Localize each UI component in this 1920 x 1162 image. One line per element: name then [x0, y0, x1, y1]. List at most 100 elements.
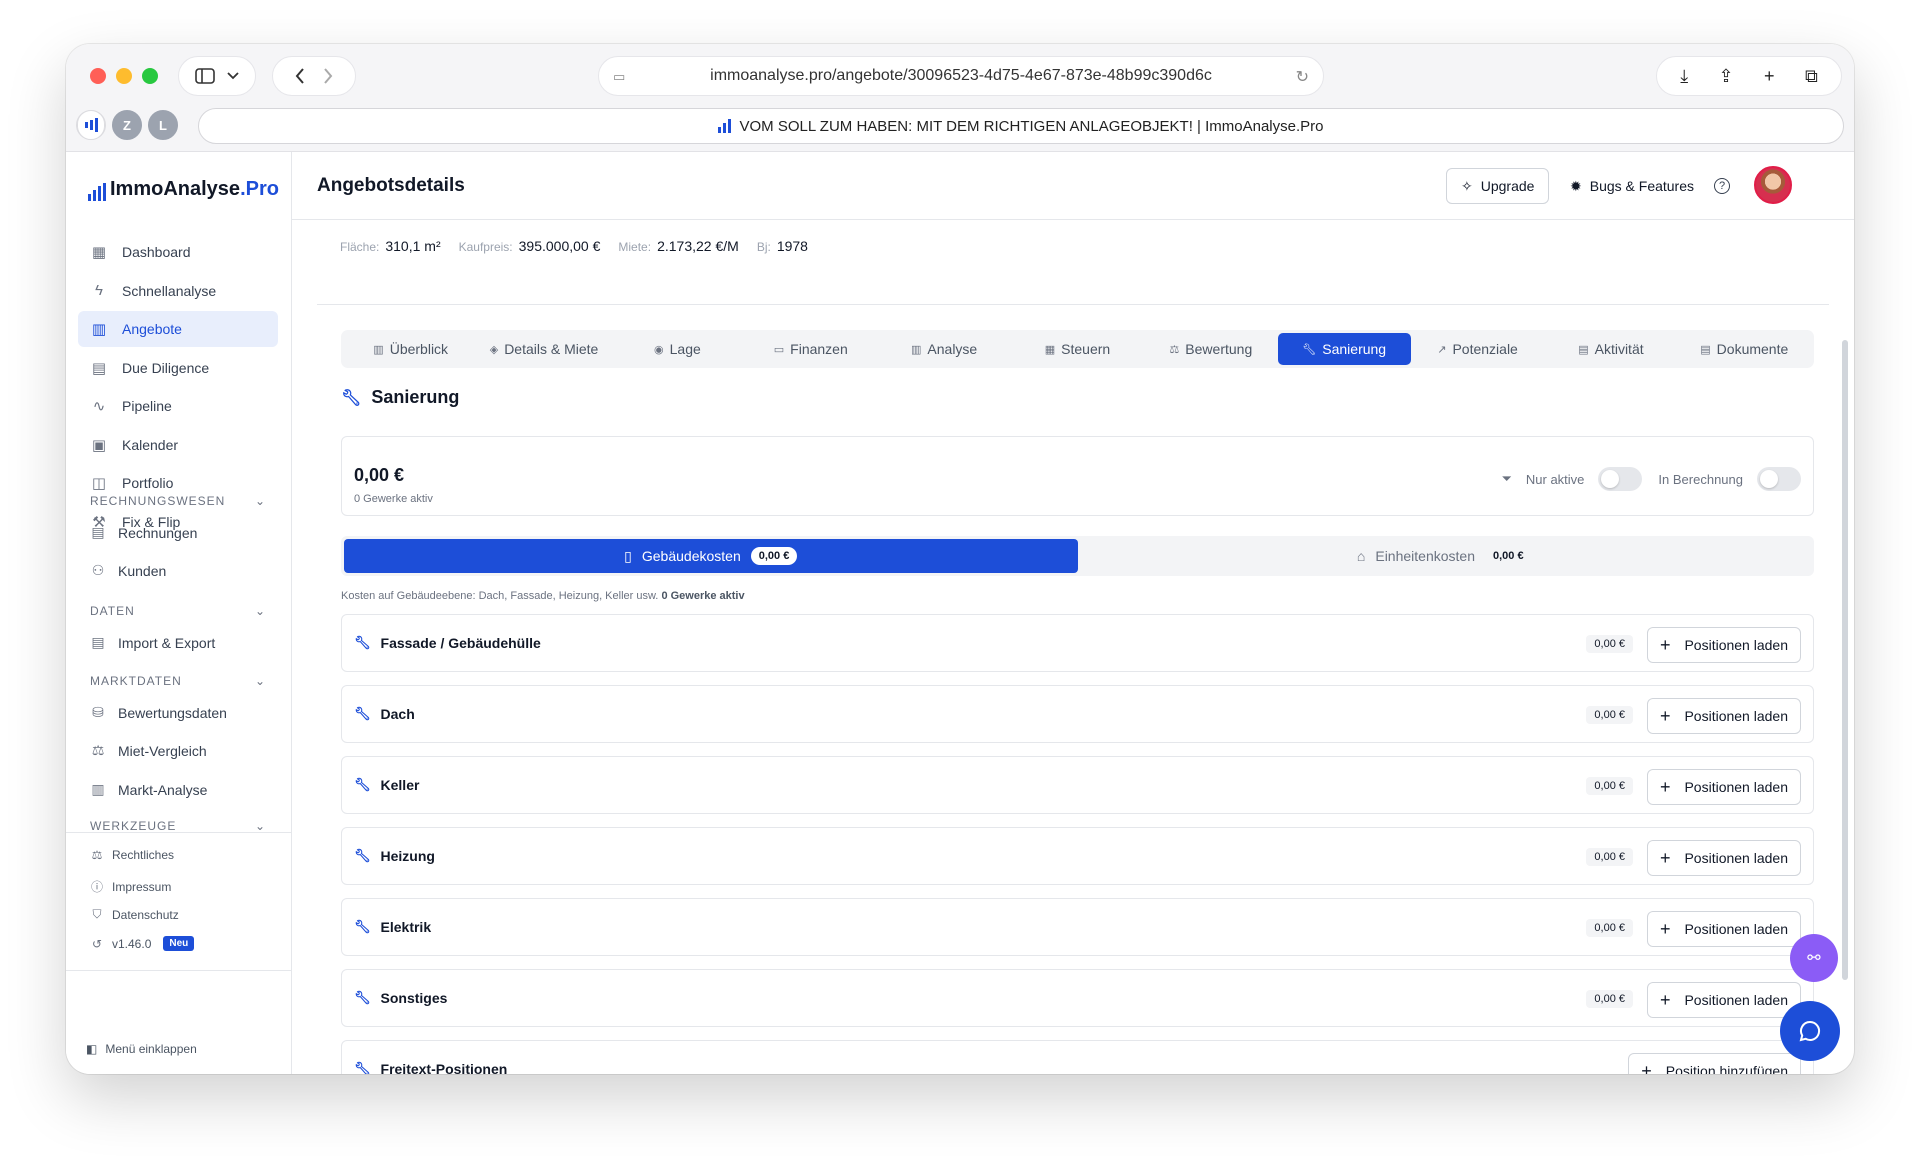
trade-label[interactable]: 🔧︎ Sonstiges — [354, 990, 447, 1006]
in-calculation-toggle[interactable] — [1757, 467, 1801, 491]
layers-icon: ◈ — [489, 343, 499, 356]
sidebar-toggle-button[interactable] — [178, 56, 256, 96]
load-positions-button[interactable]: + Positionen laden — [1646, 982, 1801, 1018]
sidebar-item-angebote[interactable]: ▥ Angebote — [78, 311, 278, 347]
plus-icon: + — [1659, 705, 1671, 726]
sidebar-item-due-diligence[interactable]: ▤ Due Diligence — [78, 350, 278, 386]
footer-link-rechtliches[interactable]: ⚖ Rechtliches — [90, 848, 174, 862]
load-positions-button[interactable]: + Positionen laden — [1646, 698, 1801, 734]
footer-link-datenschutz[interactable]: ⛉ Datenschutz — [90, 907, 178, 922]
section-marktdaten[interactable]: MARKTDATEN ⌄ — [90, 674, 266, 688]
trade-label[interactable]: 🔧︎ Heizung — [354, 848, 435, 864]
sidebar-item-miet-vergleich[interactable]: ⚖ Miet-Vergleich — [90, 742, 207, 759]
trending-up-icon: ↗ — [1437, 343, 1447, 356]
load-positions-button[interactable]: + Positionen laden — [1646, 627, 1801, 663]
avatar[interactable] — [1754, 166, 1792, 204]
section-rechnungswesen[interactable]: RECHNUNGSWESEN ⌄ — [90, 494, 266, 508]
only-active-toggle[interactable] — [1598, 467, 1643, 491]
address-bar[interactable]: ▭ immoanalyse.pro/angebote/30096523-4d75… — [598, 56, 1324, 96]
back-icon[interactable] — [295, 68, 305, 84]
pinned-tab-z[interactable]: Z — [112, 110, 142, 140]
bugs-label: Bugs & Features — [1589, 178, 1695, 194]
section-werkzeuge[interactable]: WERKZEUGE ⌄ — [90, 820, 266, 832]
tab-analyse[interactable]: ▥ Analyse — [877, 333, 1010, 365]
sidebar-item-markt-analyse[interactable]: ▥ Markt-Analyse — [90, 781, 207, 798]
trade-label[interactable]: 🔧︎ Freitext-Positionen — [354, 1061, 507, 1074]
trade-row: 🔧︎ Fassade / Gebäudehülle 0,00 € + Positio… — [341, 614, 1814, 672]
version-info[interactable]: ↺ v1.46.0 Neu — [90, 936, 195, 951]
meta-flaeche: Fläche: 310,1 m² — [340, 238, 441, 254]
meta-key: Bj: — [756, 240, 771, 254]
sidebar-item-bewertungsdaten[interactable]: ⛁ Bewertungsdaten — [90, 704, 227, 721]
browser-chrome: ▭ immoanalyse.pro/angebote/30096523-4d75… — [66, 44, 1854, 152]
sidebar-item-pipeline[interactable]: ∿ Pipeline — [78, 388, 278, 424]
add-position-button[interactable]: + Position hinzufügen — [1628, 1053, 1801, 1074]
tab-ueberblick[interactable]: ▥ Überblick — [344, 333, 477, 365]
tab-overview-icon[interactable]: ⧉ — [1805, 66, 1818, 87]
sidebar-item-label: Bewertungsdaten — [118, 704, 227, 721]
tab-steuern[interactable]: ▦ Steuern — [1011, 333, 1144, 365]
brand-suffix: .Pro — [240, 178, 279, 200]
reload-icon[interactable]: ↻ — [1296, 67, 1309, 87]
trade-label[interactable]: 🔧︎ Dach — [354, 706, 415, 722]
collapse-menu-button[interactable]: ◧ Menü einklappen — [86, 1042, 197, 1056]
tab-aktivitaet[interactable]: ▤ Aktivität — [1544, 333, 1677, 365]
tab-bewertung[interactable]: ⚖ Bewertung — [1144, 333, 1277, 365]
upgrade-button[interactable]: ✧ Upgrade — [1446, 168, 1550, 204]
trade-label[interactable]: 🔧︎ Keller — [354, 777, 419, 793]
detail-tabs: ▥ Überblick ◈ Details & Miete ◉ Lage ▭ Finan… — [341, 330, 1814, 368]
footer-link-impressum[interactable]: ⓘ Impressum — [90, 878, 171, 895]
share-fab-button[interactable]: ⚯ — [1790, 934, 1838, 982]
active-tab[interactable]: VOM SOLL ZUM HABEN: MIT DEM RICHTIGEN AN… — [198, 108, 1844, 144]
sidebar-item-rechnungen[interactable]: ▤ Rechnungen — [90, 524, 197, 541]
tab-label: Potenziale — [1452, 341, 1518, 357]
meta-key: Miete: — [618, 240, 652, 254]
maximize-window-button[interactable] — [142, 68, 158, 84]
sidebar-item-kunden[interactable]: ⚇ Kunden — [90, 562, 167, 579]
shield-icon: ⛉ — [92, 907, 102, 921]
trade-name: Fassade / Gebäudehülle — [380, 635, 541, 651]
browser-actions: ⤓ ⇪ + ⧉ — [1656, 56, 1842, 96]
sidebar-item-import-export[interactable]: ▤ Import & Export — [90, 634, 215, 651]
panel-collapse-icon: ◧ — [86, 1042, 98, 1056]
trade-label[interactable]: 🔧︎ Fassade / Gebäudehülle — [354, 635, 541, 651]
wrench-icon: 🔧︎ — [354, 848, 371, 863]
wrench-icon: 🔧︎ — [354, 919, 371, 934]
building-costs-tab[interactable]: ▯ Gebäudekosten 0,00 € — [344, 539, 1078, 573]
site-settings-icon[interactable]: ▭ — [613, 69, 625, 85]
meta-value: 310,1 m² — [385, 238, 441, 254]
scrollbar[interactable] — [1842, 340, 1848, 980]
brand-logo[interactable]: ImmoAnalyse.Pro — [88, 178, 279, 201]
tab-details-miete[interactable]: ◈ Details & Miete — [477, 333, 610, 365]
sidebar-item-schnellanalyse[interactable]: ϟ Schnellanalyse — [78, 273, 278, 309]
sidebar-item-dashboard[interactable]: ▦ Dashboard — [78, 234, 278, 270]
pinned-tab-l[interactable]: L — [148, 110, 178, 140]
tab-dokumente[interactable]: ▤ Dokumente — [1678, 333, 1811, 365]
wrench-icon: 🔧︎ — [354, 635, 371, 650]
load-positions-button[interactable]: + Positionen laden — [1646, 769, 1801, 805]
tab-finanzen[interactable]: ▭ Finanzen — [744, 333, 877, 365]
load-positions-button[interactable]: + Positionen laden — [1646, 840, 1801, 876]
tab-label: Finanzen — [790, 341, 848, 357]
chat-fab-button[interactable] — [1780, 1001, 1840, 1061]
section-daten[interactable]: DATEN ⌄ — [90, 604, 266, 618]
share-icon[interactable]: ⇪ — [1719, 66, 1734, 87]
forward-icon[interactable] — [323, 68, 333, 84]
download-icon[interactable]: ⤓ — [1680, 66, 1688, 87]
version-label: v1.46.0 — [112, 936, 152, 951]
tab-lage[interactable]: ◉ Lage — [611, 333, 744, 365]
unit-costs-tab[interactable]: ⌂ Einheitenkosten 0,00 € — [1078, 539, 1812, 573]
trade-label[interactable]: 🔧︎ Elektrik — [354, 919, 431, 935]
trade-row: 🔧︎ Elektrik 0,00 € + Positionen laden — [341, 898, 1814, 956]
minimize-window-button[interactable] — [116, 68, 132, 84]
sidebar-item-kalender[interactable]: ▣ Kalender — [78, 427, 278, 463]
help-icon[interactable]: ? — [1714, 178, 1730, 194]
tab-potenziale[interactable]: ↗ Potenziale — [1411, 333, 1544, 365]
bugs-features-button[interactable]: ✹ Bugs & Features — [1555, 168, 1710, 204]
new-tab-icon[interactable]: + — [1764, 66, 1775, 87]
plus-icon: + — [1659, 989, 1671, 1010]
tab-sanierung[interactable]: 🔧︎ Sanierung — [1277, 333, 1411, 365]
close-window-button[interactable] — [90, 68, 106, 84]
load-positions-button[interactable]: + Positionen laden — [1646, 911, 1801, 947]
pinned-tab-immoanalyse[interactable] — [76, 110, 106, 140]
